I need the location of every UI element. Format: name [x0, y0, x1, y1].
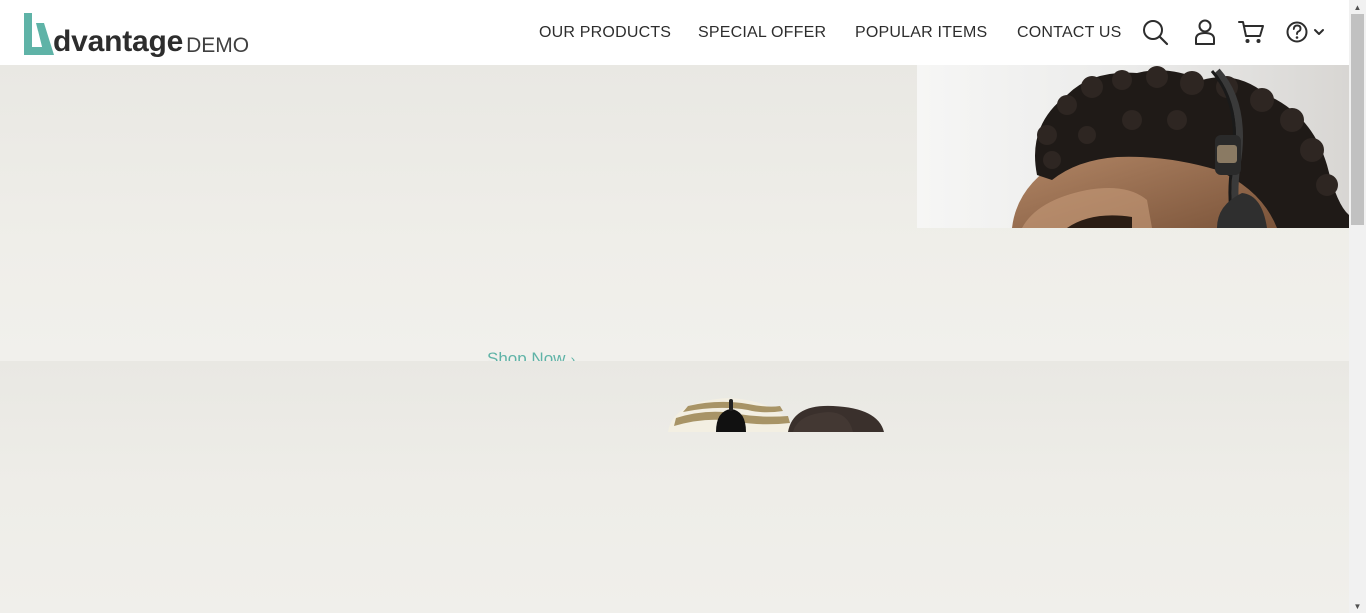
help-icon — [1286, 21, 1324, 43]
wireless-mice-photo — [668, 396, 884, 432]
logo[interactable]: dvantage DEMO — [22, 9, 249, 57]
shop-now-label: Shop Now — [487, 349, 566, 361]
hero-banner: Shop Now › — [0, 65, 1349, 361]
scroll-thumb[interactable] — [1351, 14, 1364, 225]
products-section — [0, 361, 1349, 613]
cart-icon[interactable] — [1237, 18, 1265, 46]
chevron-right-icon: › — [570, 351, 576, 361]
nav-our-products[interactable]: OUR PRODUCTS — [539, 24, 671, 42]
logo-demo-label: DEMO — [186, 34, 250, 57]
logo-wordmark: dvantage — [53, 25, 184, 58]
scroll-up-arrow[interactable]: ▲ — [1349, 0, 1366, 14]
scroll-down-arrow[interactable]: ▼ — [1349, 599, 1366, 613]
vertical-scrollbar[interactable]: ▲ ▼ — [1349, 0, 1366, 613]
shop-now-link[interactable]: Shop Now › — [487, 349, 575, 361]
nav-popular-items[interactable]: POPULAR ITEMS — [855, 24, 987, 42]
nav-special-offer[interactable]: SPECIAL OFFER — [698, 24, 826, 42]
page: dvantage DEMO OUR PRODUCTS SPECIAL OFFER… — [0, 0, 1366, 613]
man-with-headphones-photo — [917, 65, 1349, 228]
nav-contact-us[interactable]: CONTACT US — [1017, 24, 1122, 42]
search-icon[interactable] — [1141, 18, 1169, 46]
site-header: dvantage DEMO OUR PRODUCTS SPECIAL OFFER… — [0, 0, 1349, 65]
help-menu[interactable] — [1285, 18, 1327, 46]
user-icon[interactable] — [1191, 18, 1219, 46]
advantage-logo-icon — [24, 13, 54, 55]
